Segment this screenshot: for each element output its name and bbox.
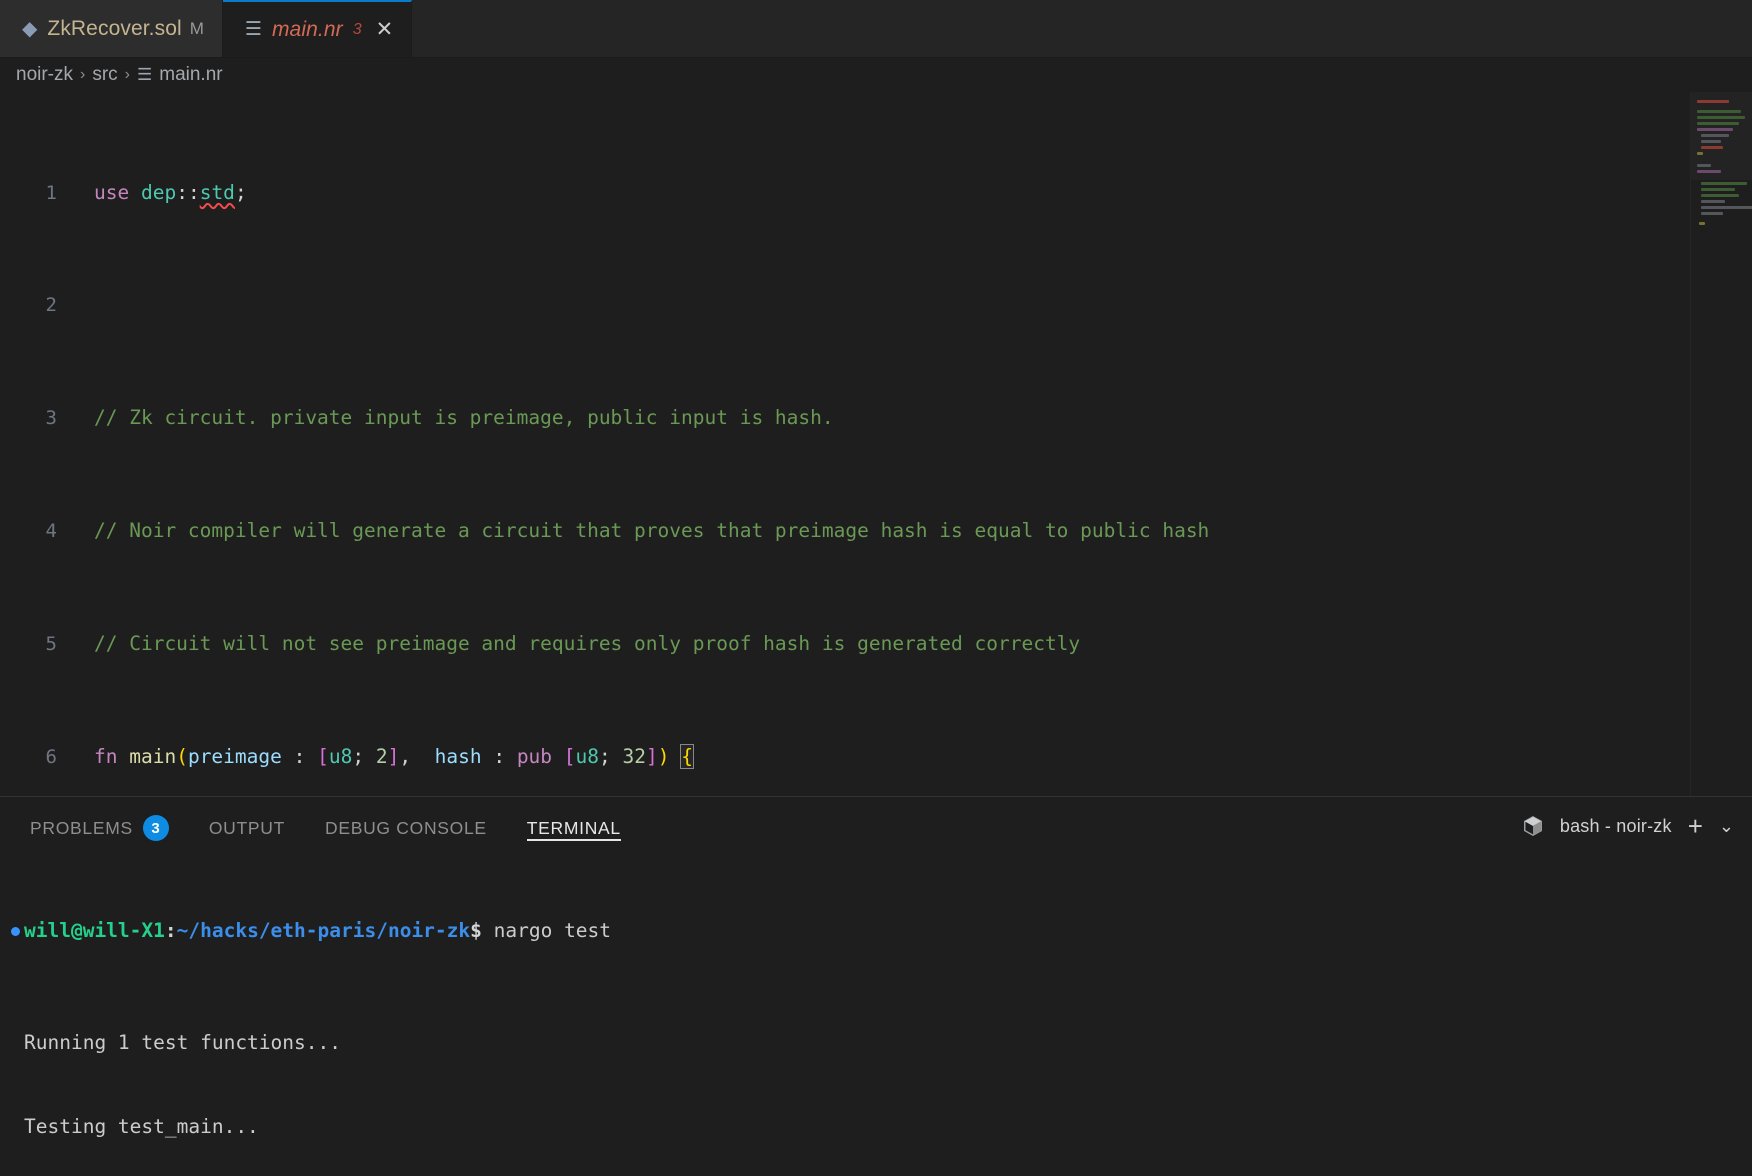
tab-label: main.nr: [271, 17, 343, 41]
terminal-output[interactable]: will@will-X1: ~/hacks/eth-paris/noir-zk $ …: [0, 855, 1752, 1176]
line-number: 6: [45, 745, 57, 768]
line-content: // Circuit will not see preimage and req…: [94, 631, 1081, 655]
line-number: 1: [45, 181, 57, 204]
tab-debug-console[interactable]: DEBUG CONSOLE: [325, 797, 487, 855]
code-editor[interactable]: 1 use dep::std; 2 3 // Zk circuit. priva…: [0, 92, 1752, 796]
minimap-row: [1701, 134, 1729, 137]
editor-tab-main-nr[interactable]: ☰ main.nr 3 ✕: [222, 0, 413, 57]
tab-output[interactable]: OUTPUT: [209, 797, 285, 855]
vscode-window: ◆ ZkRecover.sol M ☰ main.nr 3 ✕ noir-zk …: [0, 0, 1752, 1176]
editor-area[interactable]: 1 use dep::std; 2 3 // Zk circuit. priva…: [0, 92, 1752, 796]
minimap-row: [1697, 128, 1733, 131]
command-success-marker-icon: [6, 926, 24, 936]
line-number: 4: [45, 520, 57, 542]
tab-label: ZkRecover.sol: [47, 16, 182, 40]
terminal-selector-label[interactable]: bash - noir-zk: [1560, 816, 1672, 837]
line-number: 2: [45, 294, 57, 317]
scrollbar-overview-ruler[interactable]: [1738, 92, 1752, 796]
panel-tab-bar: PROBLEMS 3 OUTPUT DEBUG CONSOLE TERMINAL: [0, 797, 1752, 855]
line-content: use dep::std;: [94, 180, 247, 204]
new-terminal-icon[interactable]: +: [1688, 813, 1703, 839]
terminal-shell-icon: [1522, 815, 1544, 837]
noir-file-icon: ☰: [244, 19, 262, 40]
modified-badge: M: [189, 18, 204, 38]
panel-actions: bash - noir-zk + ⌄: [1522, 813, 1734, 839]
terminal-line: Running 1 test functions...: [0, 1029, 1752, 1057]
code-line[interactable]: 3 // Zk circuit. private input is preima…: [0, 404, 1752, 432]
line-content: // Zk circuit. private input is preimage…: [94, 406, 834, 430]
code-line[interactable]: 6 fn main(preimage : [u8; 2], hash : pub…: [0, 743, 1752, 771]
problems-count-badge: 3: [142, 815, 169, 841]
minimap-row: [1701, 188, 1735, 191]
chevron-down-icon[interactable]: ⌄: [1719, 817, 1734, 835]
line-content: fn main(preimage : [u8; 2], hash : pub […: [94, 743, 694, 769]
terminal-command: nargo test: [481, 919, 612, 942]
panel-tab-label: OUTPUT: [208, 817, 285, 838]
line-content: // Noir compiler will generate a circuit…: [94, 519, 1210, 542]
code-line[interactable]: 2: [0, 291, 1752, 319]
minimap-row: [1701, 146, 1723, 149]
panel-tab-label: TERMINAL: [526, 817, 621, 838]
prompt-user-host: will@will-X1: [24, 919, 165, 942]
code-line[interactable]: 4 // Noir compiler will generate a circu…: [0, 517, 1752, 545]
minimap-row: [1701, 140, 1721, 143]
minimap-row: [1699, 222, 1705, 225]
tab-terminal[interactable]: TERMINAL: [526, 797, 621, 855]
tab-problems[interactable]: PROBLEMS 3: [30, 797, 169, 855]
minimap-row: [1697, 164, 1711, 167]
minimap-row: [1697, 122, 1739, 125]
panel-tab-label: PROBLEMS: [30, 817, 133, 838]
minimap-row: [1697, 152, 1703, 155]
terminal-output-line: Running 1 test functions...: [24, 1031, 341, 1054]
line-number: 5: [45, 632, 57, 655]
editor-tab-zkrecover-sol[interactable]: ◆ ZkRecover.sol M: [0, 0, 223, 57]
minimap-row: [1697, 100, 1729, 103]
code-line[interactable]: 1 use dep::std;: [0, 179, 1752, 207]
terminal-output-line: Testing test_main...: [24, 1115, 259, 1138]
terminal-line: Testing test_main...: [0, 1113, 1752, 1141]
editor-tab-bar: ◆ ZkRecover.sol M ☰ main.nr 3 ✕: [0, 0, 1752, 58]
breadcrumb-item-file[interactable]: main.nr: [159, 64, 222, 86]
breadcrumb: noir-zk › src › ☰ main.nr: [0, 58, 1752, 92]
bottom-panel: PROBLEMS 3 OUTPUT DEBUG CONSOLE TERMINAL: [0, 796, 1752, 1176]
breadcrumb-item-folder[interactable]: src: [92, 64, 117, 86]
minimap-row: [1697, 170, 1721, 173]
prompt-dollar: $: [470, 919, 482, 942]
minimap-row: [1701, 212, 1723, 215]
line-number: 3: [45, 407, 57, 430]
chevron-right-icon: ›: [124, 66, 130, 83]
code-line[interactable]: 5 // Circuit will not see preimage and r…: [0, 630, 1752, 658]
solidity-file-icon: ◆: [22, 17, 38, 40]
minimap-row: [1697, 110, 1741, 113]
prompt-colon: :: [164, 919, 177, 942]
panel-tab-label: DEBUG CONSOLE: [325, 817, 487, 838]
minimap-row: [1701, 200, 1725, 203]
prompt-path: ~/hacks/eth-paris/noir-zk: [176, 919, 471, 942]
close-icon[interactable]: ✕: [376, 19, 394, 40]
terminal-prompt-line: will@will-X1: ~/hacks/eth-paris/noir-zk $ …: [0, 917, 1752, 945]
minimap-row: [1701, 194, 1739, 197]
breadcrumb-item-project[interactable]: noir-zk: [16, 64, 73, 86]
noir-file-icon: ☰: [137, 65, 153, 84]
tab-problem-count: 3: [352, 20, 362, 38]
chevron-right-icon: ›: [80, 66, 86, 83]
